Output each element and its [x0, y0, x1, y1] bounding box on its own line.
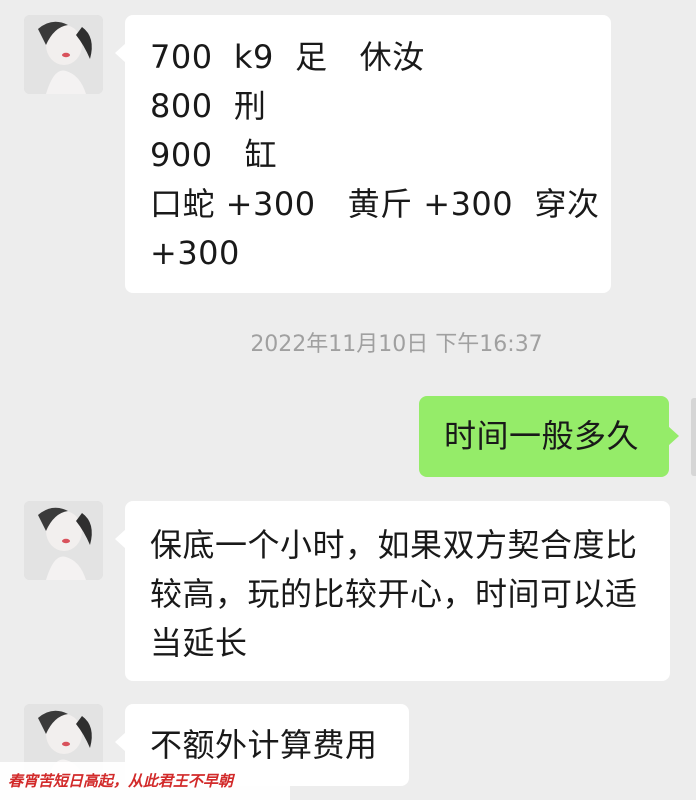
message-text-line: 当延长: [150, 624, 248, 662]
self-avatar[interactable]: [691, 398, 696, 476]
message-text-line: 900 缸: [150, 136, 278, 174]
message-bubble-outgoing[interactable]: 时间一般多久: [419, 396, 679, 477]
message-text-line: +300: [150, 234, 240, 272]
message-bubble[interactable]: 700 k9 足 休汝 800 刑 900 缸 口蛇 +300 黄斤 +300 …: [115, 15, 611, 293]
message-text-line: 800 刑: [150, 87, 267, 125]
message-text-line: 时间一般多久: [444, 417, 640, 455]
avatar-photo-icon: [24, 15, 103, 94]
contact-avatar[interactable]: [24, 501, 103, 580]
watermark-caption: 春宵苦短日高起，从此君王不早朝: [0, 762, 290, 800]
message-timestamp: 2022年11月10日 下午16:37: [250, 332, 543, 357]
message-text-line: 700 k9 足 休汝: [150, 38, 425, 76]
message-text-line: 保底一个小时，如果双方契合度比: [150, 526, 638, 564]
contact-avatar[interactable]: [24, 15, 103, 94]
message-text-line: 口蛇 +300 黄斤 +300 穿次: [150, 185, 600, 223]
avatar-photo-icon: [24, 501, 103, 580]
message-text-line: 较高，玩的比较开心，时间可以适: [150, 575, 638, 613]
message-bubble[interactable]: 保底一个小时，如果双方契合度比 较高，玩的比较开心，时间可以适 当延长: [115, 501, 670, 681]
